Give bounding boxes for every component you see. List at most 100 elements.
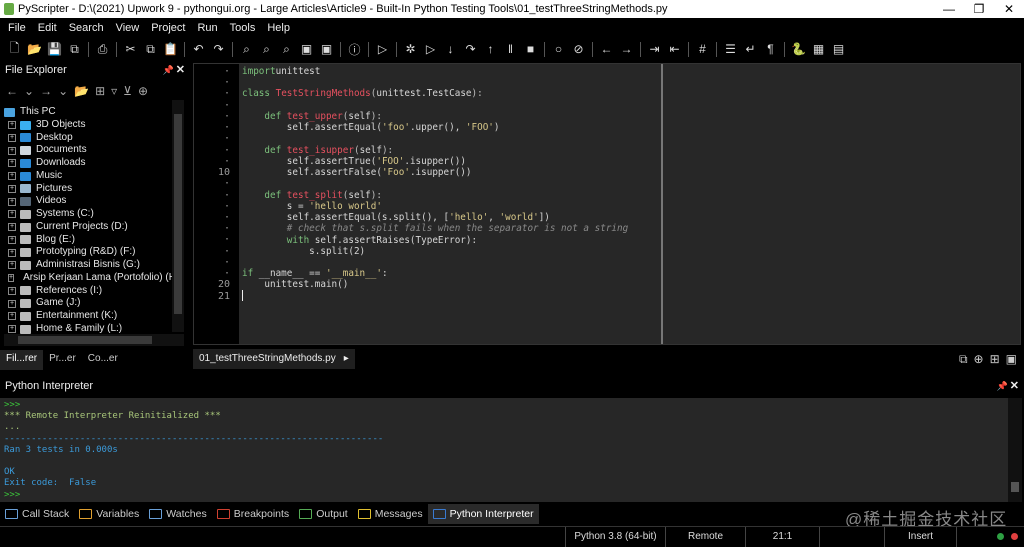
expand-icon[interactable]: +: [8, 325, 16, 334]
tree-item[interactable]: + Downloads: [4, 157, 172, 170]
maximize-button[interactable]: ❐: [964, 0, 994, 18]
copy-icon[interactable]: ⧉: [142, 41, 159, 58]
dedent-icon[interactable]: ⇤: [666, 41, 683, 58]
explorer-tool-icon[interactable]: ⌄: [58, 84, 68, 98]
explorer-tool-icon[interactable]: 📂: [74, 84, 89, 98]
run-to-cursor-icon[interactable]: ▷: [422, 41, 439, 58]
find-window-icon[interactable]: ▣: [318, 41, 335, 58]
menu-tools[interactable]: Tools: [230, 22, 256, 34]
find-icon[interactable]: ⌕: [238, 41, 255, 58]
explorer-tool-icon[interactable]: ⌄: [24, 84, 34, 98]
indent-icon[interactable]: ⇥: [646, 41, 663, 58]
editor-tool-icon[interactable]: ▣: [1006, 352, 1017, 367]
run-icon[interactable]: ▷: [374, 41, 391, 58]
step-out-icon[interactable]: ↑: [482, 41, 499, 58]
expand-icon[interactable]: +: [8, 299, 16, 308]
tree-item[interactable]: + Current Projects (D:): [4, 221, 172, 234]
expand-icon[interactable]: +: [8, 121, 16, 130]
new-file-icon[interactable]: 🗋: [6, 41, 23, 58]
python-version-status[interactable]: Python 3.8 (64-bit): [565, 527, 665, 547]
expand-icon[interactable]: +: [8, 146, 16, 155]
print-icon[interactable]: ⎙: [94, 41, 111, 58]
explorer-tool-icon[interactable]: ⊞: [95, 84, 105, 98]
tree-item[interactable]: + Arsip Kerjaan Lama (Portofolio) (H:): [4, 272, 172, 285]
expand-icon[interactable]: +: [8, 274, 15, 283]
layout-icon[interactable]: ▦: [810, 41, 827, 58]
tree-item[interactable]: + Game (J:): [4, 297, 172, 310]
list-icon[interactable]: ☰: [722, 41, 739, 58]
menu-search[interactable]: Search: [69, 22, 104, 34]
redo-icon[interactable]: ↷: [210, 41, 227, 58]
menu-view[interactable]: View: [116, 22, 140, 34]
save-all-icon[interactable]: ⧉: [66, 41, 83, 58]
expand-icon[interactable]: +: [8, 184, 16, 193]
explorer-tool-icon[interactable]: ←: [6, 84, 18, 98]
interpreter-scrollbar[interactable]: [1008, 398, 1022, 502]
menu-help[interactable]: Help: [267, 22, 290, 34]
grid-icon[interactable]: #: [694, 41, 711, 58]
bottom-tab-output[interactable]: Output: [294, 504, 353, 524]
menu-edit[interactable]: Edit: [38, 22, 57, 34]
menu-file[interactable]: File: [8, 22, 26, 34]
forward-icon[interactable]: →: [618, 41, 635, 58]
layout-menu-icon[interactable]: ▤: [830, 41, 847, 58]
tree-item[interactable]: + Documents: [4, 144, 172, 157]
expand-icon[interactable]: +: [8, 248, 16, 257]
step-over-icon[interactable]: ↷: [462, 41, 479, 58]
bottom-tab-watches[interactable]: Watches: [144, 504, 211, 524]
tree-item[interactable]: + Blog (E:): [4, 234, 172, 247]
explorer-horizontal-scrollbar[interactable]: [4, 334, 184, 346]
code-content[interactable]: importunittest class TestStringMethods(u…: [242, 66, 628, 302]
tree-item[interactable]: + References (I:): [4, 285, 172, 298]
tree-item[interactable]: + Desktop: [4, 132, 172, 145]
expand-icon[interactable]: +: [8, 261, 16, 270]
tree-item[interactable]: + Prototyping (R&D) (F:): [4, 246, 172, 259]
paste-icon[interactable]: 📋: [162, 41, 179, 58]
scroll-thumb[interactable]: [18, 336, 152, 344]
tree-item[interactable]: + Systems (C:): [4, 208, 172, 221]
expand-icon[interactable]: +: [8, 312, 16, 321]
pin-icon[interactable]: 📌: [997, 377, 1008, 395]
python-icon[interactable]: 🐍: [790, 41, 807, 58]
expand-icon[interactable]: +: [8, 197, 16, 206]
info-icon[interactable]: ⓘ: [346, 41, 363, 58]
close-window-button[interactable]: ✕: [994, 0, 1024, 18]
editor-tool-icon[interactable]: ⊕: [974, 352, 984, 367]
tree-item[interactable]: This PC: [4, 106, 172, 119]
explorer-tool-icon[interactable]: →: [40, 84, 52, 98]
word-wrap-icon[interactable]: ↵: [742, 41, 759, 58]
editor-tool-icon[interactable]: ⊞: [990, 352, 1000, 367]
back-icon[interactable]: ←: [598, 41, 615, 58]
step-into-icon[interactable]: ↓: [442, 41, 459, 58]
code-editor[interactable]: · · · · · · · · · 10 · · · · · · · · · 20 21 importunittest …: [193, 63, 1021, 345]
explorer-tab[interactable]: Fil...rer: [0, 350, 44, 370]
tab-close-icon[interactable]: ▸: [344, 353, 349, 365]
bottom-tab-breakpoints[interactable]: Breakpoints: [212, 504, 294, 524]
pilcrow-icon[interactable]: ¶: [762, 41, 779, 58]
expand-icon[interactable]: +: [8, 159, 16, 168]
scroll-thumb[interactable]: [1011, 482, 1019, 492]
expand-icon[interactable]: +: [8, 172, 16, 181]
close-panel-button[interactable]: ✕: [176, 60, 185, 80]
save-icon[interactable]: 💾: [46, 41, 63, 58]
bottom-tab-variables[interactable]: Variables: [74, 504, 144, 524]
bottom-tab-python-interpreter[interactable]: Python Interpreter: [427, 504, 539, 524]
scroll-thumb[interactable]: [174, 114, 182, 314]
explorer-tool-icon[interactable]: ⊻: [123, 84, 132, 98]
expand-icon[interactable]: +: [8, 286, 16, 295]
explorer-tool-icon[interactable]: ⊕: [138, 84, 148, 98]
close-panel-button[interactable]: ✕: [1010, 377, 1019, 395]
abort-icon[interactable]: ■: [522, 41, 539, 58]
tree-item[interactable]: +3D Objects: [4, 119, 172, 132]
interpreter-console[interactable]: >>> *** Remote Interpreter Reinitialized …: [0, 398, 1008, 502]
expand-icon[interactable]: +: [8, 210, 16, 219]
tree-item[interactable]: + Administrasi Bisnis (G:): [4, 259, 172, 272]
bottom-tab-messages[interactable]: Messages: [353, 504, 428, 524]
menu-project[interactable]: Project: [151, 22, 185, 34]
editor-tab-active[interactable]: 01_testThreeStringMethods.py ▸: [193, 349, 355, 369]
open-file-icon[interactable]: 📂: [26, 41, 43, 58]
expand-icon[interactable]: +: [8, 235, 16, 244]
cut-icon[interactable]: ✂: [122, 41, 139, 58]
debug-icon[interactable]: ✲: [402, 41, 419, 58]
editor-tool-icon[interactable]: ⧉: [959, 352, 968, 367]
